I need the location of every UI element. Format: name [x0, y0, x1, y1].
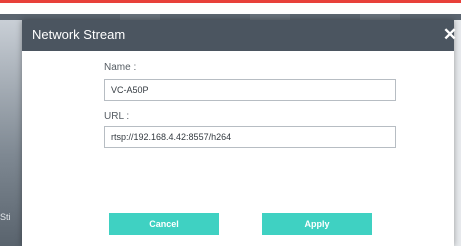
background-left-label: Sti: [0, 212, 11, 222]
network-stream-dialog: Network Stream ✕ Name : URL : Cancel App…: [22, 20, 457, 246]
apply-button[interactable]: Apply: [262, 213, 372, 235]
dialog-title: Network Stream: [32, 27, 126, 42]
background-right-panel: [454, 20, 461, 246]
name-label: Name :: [104, 62, 137, 73]
url-input[interactable]: [104, 126, 396, 148]
url-label: URL :: [104, 111, 130, 122]
dialog-titlebar: Network Stream ✕: [22, 20, 457, 51]
cancel-button[interactable]: Cancel: [109, 213, 219, 235]
name-input[interactable]: [104, 79, 396, 101]
close-icon[interactable]: ✕: [442, 24, 458, 46]
